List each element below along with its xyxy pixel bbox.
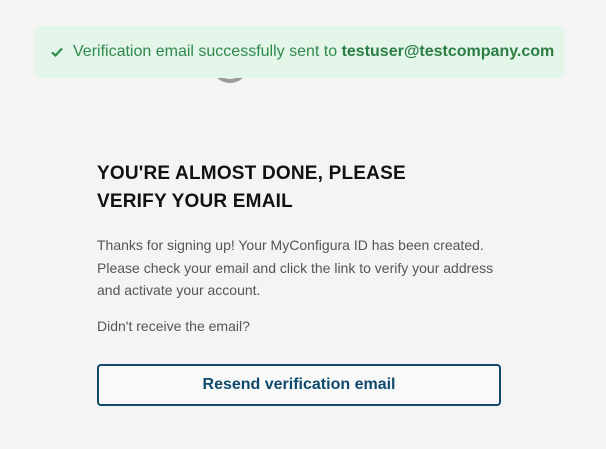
success-toast: Verification email successfully sent to …	[35, 26, 564, 78]
verify-email-panel: YOU'RE ALMOST DONE, PLEASE VERIFY YOUR E…	[97, 160, 507, 334]
toast-message: Verification email successfully sent to …	[73, 43, 554, 61]
check-icon	[49, 44, 65, 60]
toast-message-prefix: Verification email successfully sent to	[73, 43, 342, 60]
page-heading: YOU'RE ALMOST DONE, PLEASE VERIFY YOUR E…	[97, 163, 406, 212]
resend-verification-button[interactable]: Resend verification email	[97, 364, 501, 406]
instructions-text: Thanks for signing up! Your MyConfigura …	[97, 237, 494, 298]
toast-email: testuser@testcompany.com	[341, 43, 555, 60]
not-received-question: Didn't receive the email?	[97, 317, 250, 334]
